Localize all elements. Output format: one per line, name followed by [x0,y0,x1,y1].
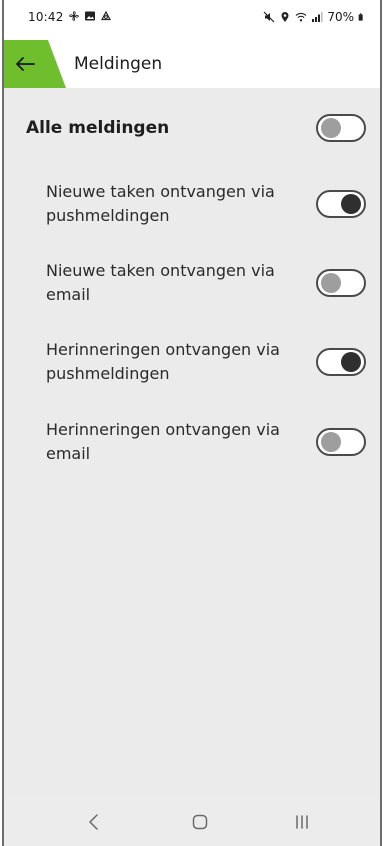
status-bar: 10:42 70% [4,0,380,40]
back-button[interactable] [4,40,66,88]
phone-frame: 10:42 70% Meldingen Alle meldingen Nieuw… [2,0,382,846]
setting-label: Alle meldingen [26,118,170,138]
all-notifications-toggle[interactable] [316,114,366,142]
app-header: Meldingen [4,40,380,88]
system-nav-bar [4,798,380,846]
toggle-knob [341,194,361,214]
tasks-push-toggle[interactable] [316,190,366,218]
reminders-push-toggle[interactable] [316,348,366,376]
signal-icon [312,12,323,22]
status-time: 10:42 [28,10,64,24]
toggle-knob [321,432,341,452]
fan-icon [69,11,79,21]
location-icon [281,12,289,22]
image-icon [85,11,95,21]
sync-icon [101,10,111,21]
back-tab-shape [4,40,66,88]
notification-settings: Alle meldingen Nieuwe taken ontvangen vi… [4,88,380,798]
setting-row-reminders-email: Herinneringen ontvangen via email [4,418,380,470]
setting-label: Herinneringen ontvangen via email [46,420,280,463]
back-nav-icon[interactable] [82,810,106,834]
setting-label: Nieuwe taken ontvangen via email [46,261,275,304]
setting-row-reminders-push: Herinneringen ontvangen via pushmeldinge… [4,338,380,390]
tasks-email-toggle[interactable] [316,269,366,297]
setting-row-tasks-push: Nieuwe taken ontvangen via pushmeldingen [4,180,380,232]
setting-label: Herinneringen ontvangen via pushmeldinge… [46,340,280,383]
setting-label: Nieuwe taken ontvangen via pushmeldingen [46,182,275,225]
toggle-knob [321,118,341,138]
battery-percentage: 70% [327,10,354,24]
reminders-email-toggle[interactable] [316,428,366,456]
recents-nav-icon[interactable] [290,810,314,834]
toggle-knob [341,352,361,372]
mute-icon [263,11,275,23]
wifi-icon [295,12,307,22]
home-nav-icon[interactable] [188,810,212,834]
status-left-icons [68,10,112,22]
status-right: 70% [263,10,366,24]
setting-row-all-notifications: Alle meldingen [4,114,380,142]
toggle-knob [321,273,341,293]
page-title: Meldingen [74,54,163,74]
setting-row-tasks-email: Nieuwe taken ontvangen via email [4,259,380,311]
battery-icon [358,13,363,21]
